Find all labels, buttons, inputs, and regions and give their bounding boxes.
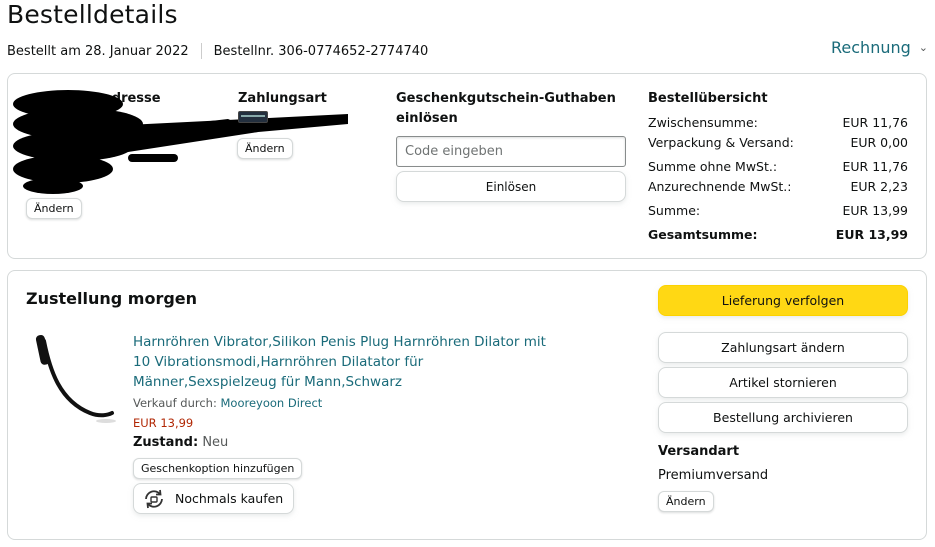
invoice-dropdown[interactable]: Rechnung ⌄ [831,38,928,57]
change-payment-button[interactable]: Ändern [237,138,293,159]
summary-row-sum: Summe: EUR 13,99 [648,203,908,218]
delivery-box: Zustellung morgen Harnröhren Vibrator,Si… [7,270,927,540]
order-overview-heading: Bestellübersicht [648,91,768,106]
redeem-button[interactable]: Einlösen [396,171,626,202]
summary-row-net: Summe ohne MwSt.: EUR 11,76 [648,159,908,174]
order-summary-box: …adresse Ändern Zahlungsart Ändern Gesch… [7,73,927,259]
giftcard-heading-line2: einlösen [396,111,458,126]
product-image[interactable] [30,331,120,431]
track-delivery-button[interactable]: Lieferung verfolgen [658,285,908,316]
shipping-method-value: Premiumversand [658,468,769,483]
divider [200,43,202,59]
buy-again-button[interactable]: Nochmals kaufen [133,483,295,514]
order-number: Bestellnr. 306-0774652-2774740 [213,43,429,59]
invoice-label: Rechnung [831,38,911,57]
page-title: Bestelldetails [7,0,178,29]
change-payment-method-button[interactable]: Zahlungsart ändern [658,332,908,363]
shipping-method-heading: Versandart [658,444,740,459]
payment-heading: Zahlungsart [238,91,327,106]
summary-row-total: Gesamtsumme: EUR 13,99 [648,227,908,242]
chevron-down-icon: ⌄ [918,41,928,54]
giftcard-code-input[interactable] [396,136,626,167]
change-address-button[interactable]: Ändern [26,198,82,219]
seller-info: Verkauf durch: Mooreyoon Direct [133,396,323,410]
summary-row-vat: Anzurechnende MwSt.: EUR 2,23 [648,179,908,194]
shipping-address-heading: …adresse [90,91,161,106]
giftcard-heading-line1: Geschenkgutschein-Guthaben [396,91,616,106]
buy-again-icon [145,489,163,508]
summary-row-shipping: Verpackung & Versand: EUR 0,00 [648,135,908,150]
product-title-link[interactable]: Harnröhren Vibrator,Silikon Penis Plug H… [133,332,563,392]
archive-order-button[interactable]: Bestellung archivieren [658,402,908,433]
order-meta: Bestellt am 28. Januar 2022 Bestellnr. 3… [7,43,428,59]
card-icon [238,111,268,123]
summary-row-subtotal: Zwischensumme: EUR 11,76 [648,115,908,130]
item-price: EUR 13,99 [133,416,194,430]
add-gift-option-button[interactable]: Geschenkoption hinzufügen [133,458,303,479]
change-shipping-button[interactable]: Ändern [658,491,714,512]
seller-link[interactable]: Mooreyoon Direct [220,396,322,410]
item-condition: Zustand: Neu [133,435,229,450]
delivery-title: Zustellung morgen [26,289,198,308]
cancel-item-button[interactable]: Artikel stornieren [658,367,908,398]
order-date: Bestellt am 28. Januar 2022 [7,43,189,59]
